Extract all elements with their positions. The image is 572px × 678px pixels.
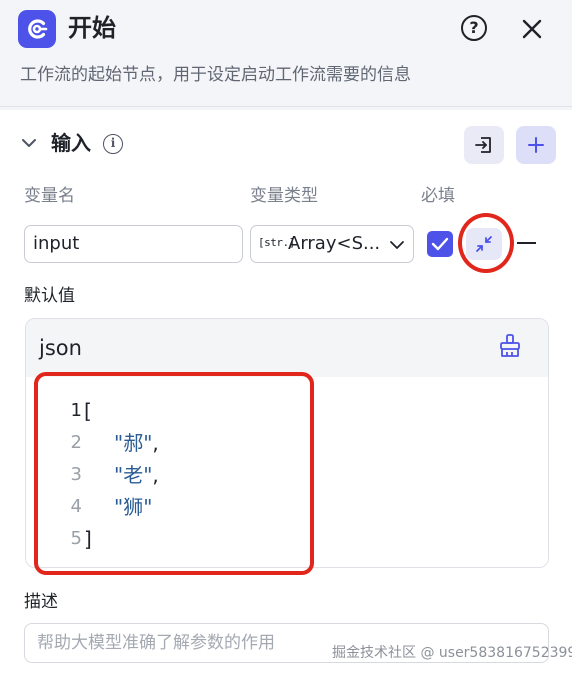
collapse-section-chevron-icon[interactable] bbox=[20, 134, 38, 152]
inputs-section-title: 输入 bbox=[51, 131, 91, 155]
plus-icon bbox=[528, 137, 544, 153]
variable-type-value: Array<S... bbox=[288, 233, 381, 254]
chevron-down-icon bbox=[390, 241, 404, 249]
start-node-icon bbox=[18, 10, 56, 48]
import-variable-button[interactable] bbox=[464, 126, 504, 164]
variable-name-input[interactable]: input bbox=[24, 225, 243, 263]
remove-variable-button[interactable] bbox=[517, 242, 536, 245]
annotation-rectangle bbox=[34, 372, 314, 575]
node-description: 工作流的起始节点，用于设定启动工作流需要的信息 bbox=[20, 65, 411, 85]
format-brush-icon[interactable] bbox=[498, 333, 522, 359]
add-variable-button[interactable] bbox=[516, 126, 556, 164]
required-checkbox[interactable] bbox=[427, 231, 453, 257]
import-icon bbox=[475, 137, 491, 153]
node-title: 开始 bbox=[68, 14, 116, 42]
json-editor-title: json bbox=[39, 336, 82, 360]
description-label: 描述 bbox=[24, 592, 58, 612]
header-divider bbox=[0, 106, 572, 107]
close-icon[interactable] bbox=[519, 16, 545, 42]
help-icon[interactable]: ? bbox=[461, 15, 487, 41]
variable-type-select[interactable]: [str.] Array<S... bbox=[250, 225, 414, 263]
column-header-required: 必填 bbox=[421, 186, 455, 206]
json-editor-header: json bbox=[26, 319, 548, 377]
check-icon bbox=[431, 237, 449, 251]
column-header-type: 变量类型 bbox=[250, 186, 318, 206]
watermark: 掘金技术社区 @ user5838167523996 bbox=[332, 645, 572, 661]
column-header-name: 变量名 bbox=[24, 186, 75, 206]
default-value-label: 默认值 bbox=[24, 286, 75, 306]
annotation-circle bbox=[458, 213, 514, 273]
info-icon[interactable]: i bbox=[103, 134, 123, 154]
